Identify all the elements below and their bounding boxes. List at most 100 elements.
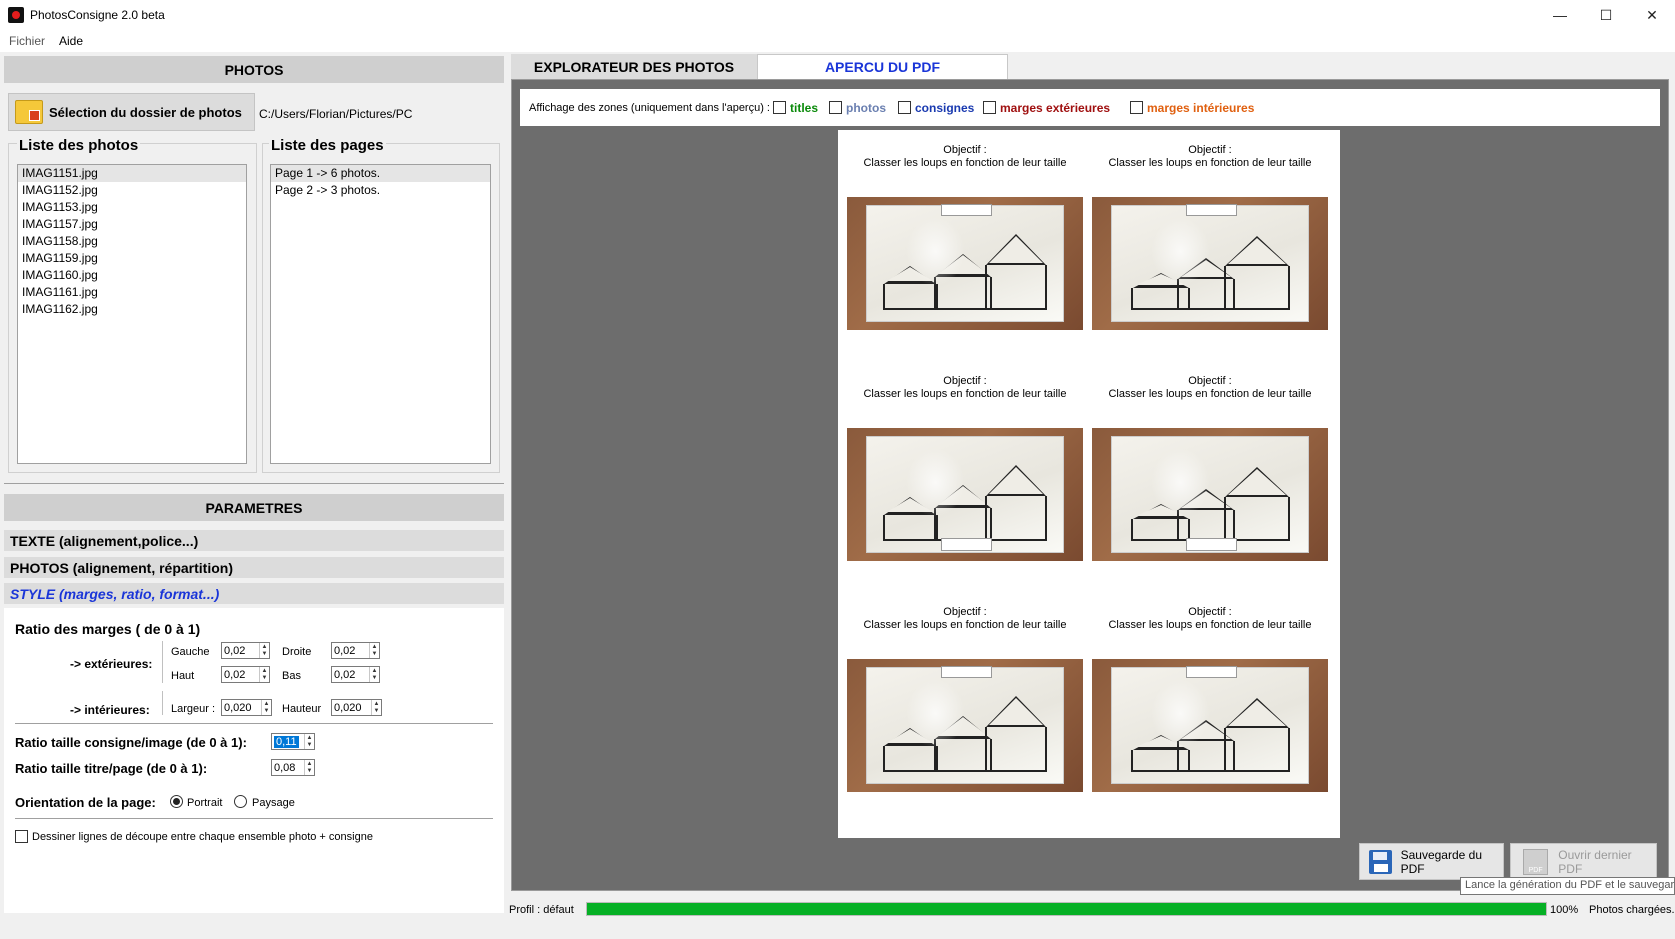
photos-header: PHOTOS	[4, 56, 504, 83]
folder-icon	[15, 100, 43, 124]
zone-label: consignes	[915, 101, 975, 115]
height-label: Hauteur	[282, 703, 322, 715]
photos-list[interactable]: IMAG1151.jpg IMAG1152.jpg IMAG1153.jpg IMAG…	[17, 164, 247, 464]
section-style[interactable]: STYLE (marges, ratio, format...)	[4, 583, 504, 604]
select-folder-button[interactable]: Sélection du dossier de photos	[8, 93, 255, 131]
zone-checkbox-consignes[interactable]	[898, 101, 911, 114]
left-margin-spin[interactable]: 0,02 ▲ ▼	[221, 642, 270, 659]
cut-lines-checkbox[interactable]	[15, 830, 28, 843]
margins-title: Ratio des marges ( de 0 à 1)	[15, 621, 201, 637]
divider	[4, 483, 504, 484]
divider	[15, 723, 493, 724]
caption-title: Objectif :	[943, 606, 987, 618]
caption-title: Objectif :	[1188, 144, 1232, 156]
zone-checkbox-marges-extérieures[interactable]	[983, 101, 996, 114]
list-item[interactable]: Page 1 -> 6 photos.	[271, 165, 490, 182]
list-item[interactable]: IMAG1151.jpg	[18, 165, 246, 182]
right-margin-spin[interactable]: 0,02 ▲ ▼	[331, 642, 380, 659]
preview-photo	[1092, 197, 1328, 330]
divider	[162, 691, 163, 715]
save-pdf-button[interactable]: Sauvegarde du PDF	[1359, 843, 1504, 880]
divider	[162, 641, 163, 683]
list-item[interactable]: IMAG1159.jpg	[18, 250, 246, 267]
section-photos[interactable]: PHOTOS (alignement, répartition)	[4, 557, 504, 578]
portrait-radio[interactable]	[170, 795, 183, 808]
title-bar	[0, 0, 1675, 30]
select-folder-label: Sélection du dossier de photos	[49, 104, 242, 120]
app-icon	[8, 7, 24, 23]
landscape-label: Paysage	[252, 797, 295, 809]
bottom-margin-spin[interactable]: 0,02 ▲ ▼	[331, 666, 380, 683]
divider	[15, 818, 493, 819]
caption-title: Objectif :	[1188, 606, 1232, 618]
zone-label: marges extérieures	[1000, 101, 1111, 115]
top-label: Haut	[171, 670, 195, 682]
list-item[interactable]: IMAG1160.jpg	[18, 267, 246, 284]
pages-list[interactable]: Page 1 -> 6 photos. Page 2 -> 3 photos.	[270, 164, 491, 464]
top-margin-spin[interactable]: 0,02 ▲ ▼	[221, 666, 270, 683]
caption-text: Classer les loups en fonction de leur ta…	[863, 157, 1067, 169]
interior-label: -> intérieures:	[70, 703, 150, 717]
zone-label: titles	[790, 101, 819, 115]
ratio-consigne-label: Ratio taille consigne/image (de 0 à 1):	[15, 735, 247, 750]
list-item[interactable]: IMAG1157.jpg	[18, 216, 246, 233]
preview-photo	[847, 428, 1083, 561]
tab-preview[interactable]: APERCU DU PDF	[757, 54, 1008, 79]
bottom-label: Bas	[282, 670, 301, 682]
landscape-radio[interactable]	[234, 795, 247, 808]
params-header: PARAMETRES	[4, 494, 504, 521]
window-title: PhotosConsigne 2.0 beta	[30, 8, 165, 22]
caption-text: Classer les loups en fonction de leur ta…	[863, 619, 1067, 631]
progress-fill	[587, 903, 1546, 915]
list-item[interactable]: IMAG1153.jpg	[18, 199, 246, 216]
maximize-button[interactable]: ☐	[1583, 0, 1629, 30]
tooltip: Lance la génération du PDF et le sauvega…	[1460, 877, 1675, 895]
menu-aide[interactable]: Aide	[59, 34, 83, 48]
caption-title: Objectif :	[943, 375, 987, 387]
caption-text: Classer les loups en fonction de leur ta…	[1108, 388, 1312, 400]
ratio-title-spin[interactable]: 0,08 ▲ ▼	[271, 759, 315, 776]
pdf-file-icon: PDF	[1523, 848, 1549, 875]
list-item[interactable]: IMAG1158.jpg	[18, 233, 246, 250]
open-last-pdf-button[interactable]: PDF Ouvrir dernier PDF	[1510, 843, 1657, 880]
zones-label: Affichage des zones (uniquement dans l'a…	[529, 102, 770, 114]
interior-height-spin[interactable]: 0,020 ▲ ▼	[331, 699, 382, 716]
ratio-consigne-spin[interactable]: 0,11 ▲ ▼	[271, 733, 315, 750]
progress-bar	[586, 902, 1547, 916]
width-label: Largeur :	[171, 703, 216, 715]
ratio-title-label: Ratio taille titre/page (de 0 à 1):	[15, 761, 208, 776]
zone-checkbox-titles[interactable]	[773, 101, 786, 114]
exterior-label: -> extérieures:	[70, 657, 153, 671]
caption-title: Objectif :	[1188, 375, 1232, 387]
orientation-label: Orientation de la page:	[15, 795, 156, 810]
floppy-icon	[1369, 849, 1392, 874]
save-pdf-label: Sauvegarde du PDF	[1400, 847, 1482, 876]
interior-width-spin[interactable]: 0,020 ▲ ▼	[221, 699, 272, 716]
caption-text: Classer les loups en fonction de leur ta…	[863, 388, 1067, 400]
preview-photo	[1092, 659, 1328, 792]
pages-list-title: Liste des pages	[269, 137, 386, 154]
list-item[interactable]: IMAG1162.jpg	[18, 301, 246, 318]
list-item[interactable]: IMAG1161.jpg	[18, 284, 246, 301]
open-last-pdf-label: Ouvrir dernier PDF	[1558, 847, 1632, 876]
zone-checkbox-marges-intérieures[interactable]	[1130, 101, 1143, 114]
list-item[interactable]: Page 2 -> 3 photos.	[271, 182, 490, 199]
minimize-button[interactable]: —	[1537, 0, 1583, 30]
close-button[interactable]: ✕	[1629, 0, 1675, 30]
caption-text: Classer les loups en fonction de leur ta…	[1108, 619, 1312, 631]
tab-explorer[interactable]: EXPLORATEUR DES PHOTOS	[511, 54, 757, 79]
zone-label: photos	[846, 101, 886, 115]
menu-fichier[interactable]: Fichier	[9, 34, 45, 48]
profile-label: Profil : défaut	[509, 904, 574, 916]
photos-list-title: Liste des photos	[17, 137, 141, 154]
section-texte[interactable]: TEXTE (alignement,police...)	[4, 530, 504, 551]
list-item[interactable]: IMAG1152.jpg	[18, 182, 246, 199]
zone-checkbox-photos[interactable]	[829, 101, 842, 114]
cut-lines-label: Dessiner lignes de découpe entre chaque …	[32, 831, 373, 843]
folder-path: C:/Users/Florian/Pictures/PC	[259, 107, 413, 121]
caption-title: Objectif :	[943, 144, 987, 156]
right-label: Droite	[282, 646, 312, 658]
left-label: Gauche	[171, 646, 210, 658]
preview-photo	[847, 659, 1083, 792]
progress-text: 100%	[1550, 904, 1579, 916]
